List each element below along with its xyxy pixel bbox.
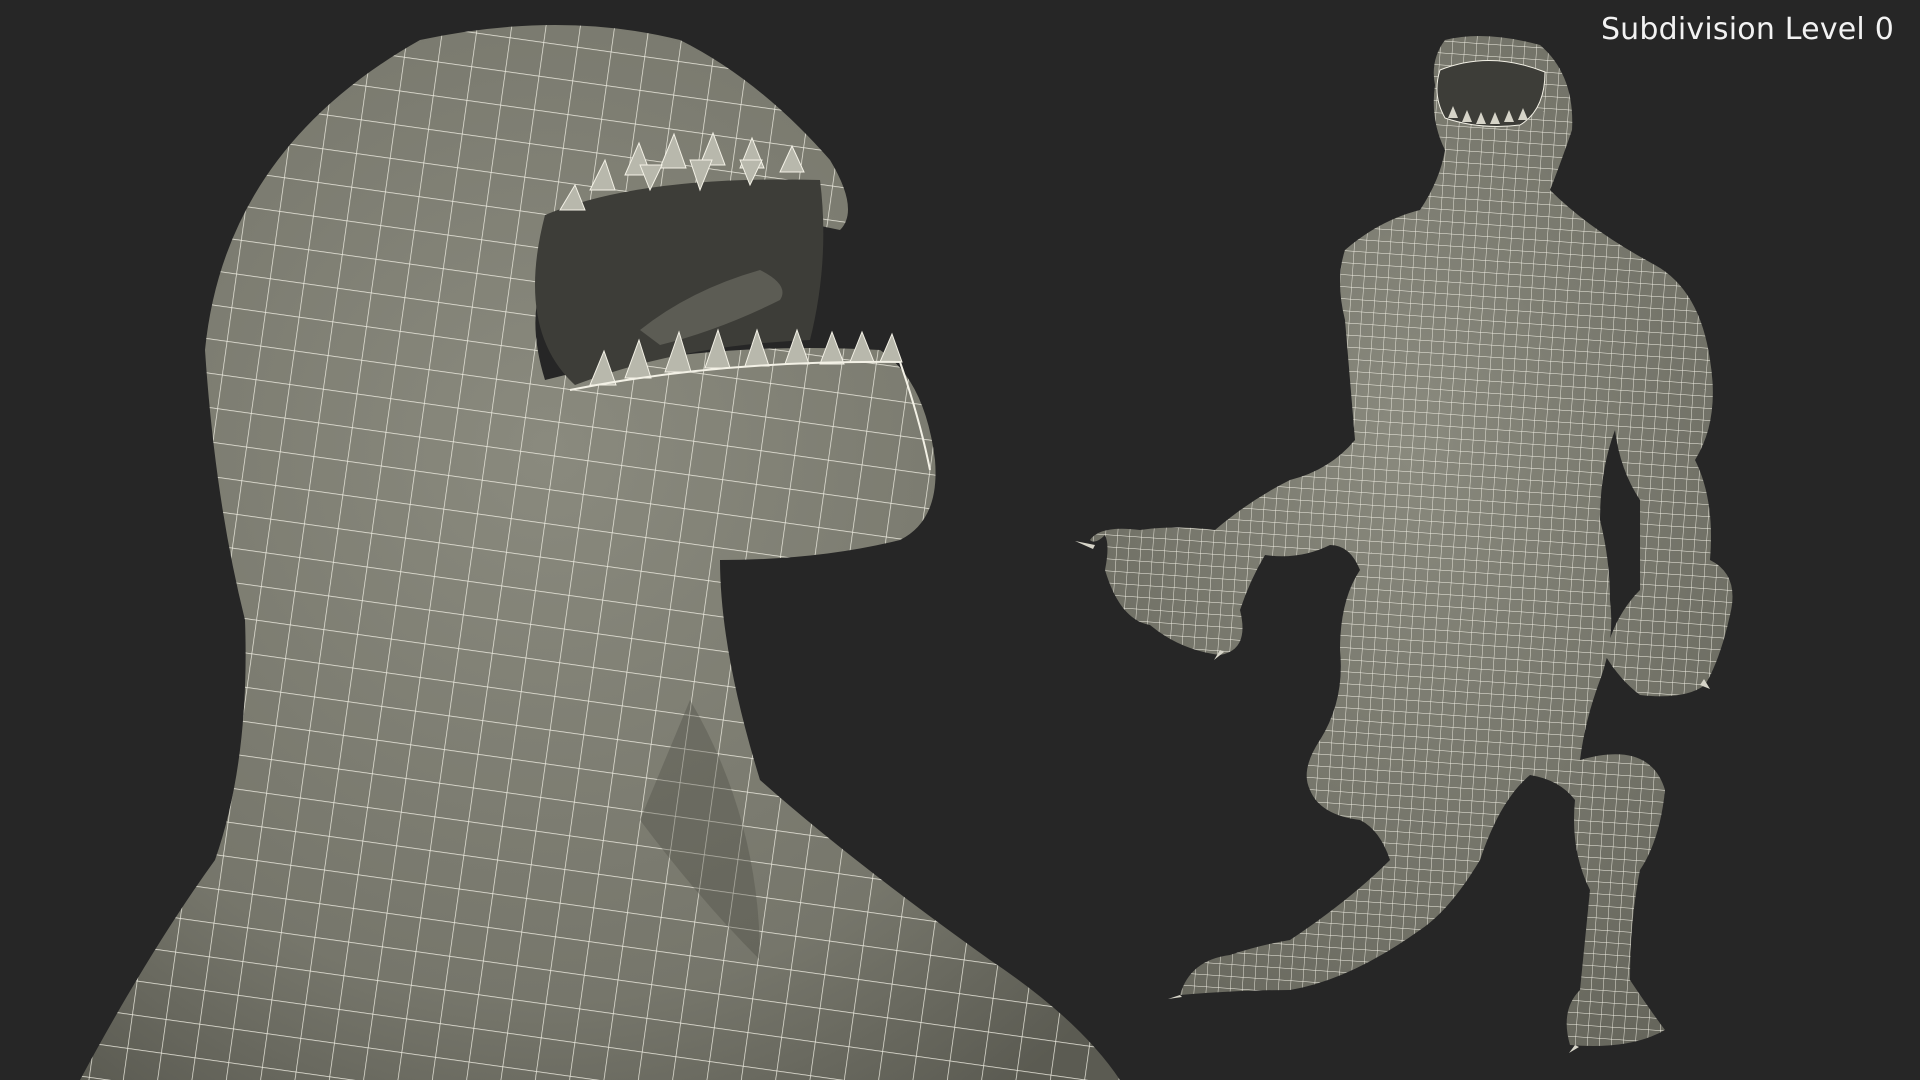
render-viewport	[0, 0, 1920, 1080]
subdivision-level-label: Subdivision Level 0	[1600, 12, 1894, 47]
head-closeup-mesh	[80, 25, 1120, 1080]
scene-svg	[80, 25, 1733, 1080]
full-body-mesh	[1075, 36, 1733, 1053]
